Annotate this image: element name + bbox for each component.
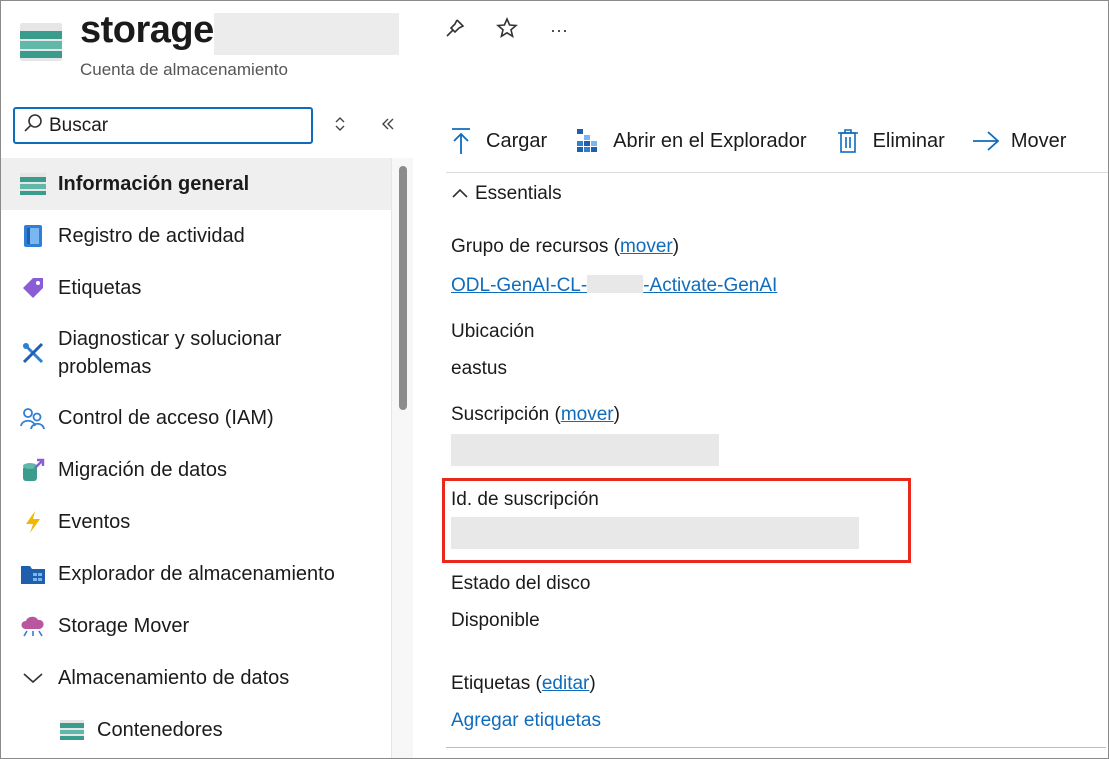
chevron-up-icon <box>451 183 475 205</box>
sidebar-item-overview[interactable]: Información general <box>1 158 391 210</box>
wrench-icon <box>19 339 47 367</box>
sidebar-item-diagnose[interactable]: Diagnosticar y solucionar problemas <box>1 314 391 392</box>
sidebar-item-data-migration[interactable]: Migración de datos <box>1 444 391 496</box>
search-icon <box>15 113 43 138</box>
redacted-segment <box>587 275 644 293</box>
resource-group-link[interactable]: ODL-GenAI-CL- -Activate-GenAI <box>451 275 777 296</box>
pin-icon <box>444 17 466 44</box>
subscription-label: Suscripción (mover) <box>451 404 620 425</box>
delete-button[interactable]: Eliminar <box>833 126 945 156</box>
sidebar-item-label: Almacenamiento de datos <box>58 667 290 689</box>
search-box[interactable] <box>13 107 313 144</box>
disk-state-value: Disponible <box>451 610 540 631</box>
redacted-subscription-value <box>451 434 719 466</box>
subscription-move-link[interactable]: mover <box>561 404 614 425</box>
collapse-sidebar-button[interactable] <box>373 111 403 141</box>
open-in-explorer-button[interactable]: Abrir en el Explorador <box>573 126 807 156</box>
redacted-title-suffix <box>214 13 399 55</box>
container-icon <box>58 716 86 744</box>
location-value: eastus <box>451 358 507 379</box>
sidebar-group-data-storage[interactable]: Almacenamiento de datos <box>1 652 391 704</box>
search-input[interactable] <box>49 114 289 137</box>
edit-tags-link[interactable]: editar <box>542 673 590 694</box>
lightning-icon <box>19 508 47 536</box>
page-subtitle: Cuenta de almacenamiento <box>80 60 288 79</box>
sidebar-item-label: Control de acceso (IAM) <box>58 407 274 429</box>
essentials-divider <box>446 747 1106 748</box>
sidebar-item-label: Storage Mover <box>58 615 190 637</box>
cloud-icon <box>19 612 47 640</box>
open-in-explorer-label: Abrir en el Explorador <box>613 129 807 152</box>
double-chevron-left-icon <box>380 116 396 137</box>
migration-icon <box>19 456 47 484</box>
sidebar-scrollbar[interactable] <box>391 158 413 758</box>
location-label: Ubicación <box>451 321 535 342</box>
upload-icon <box>446 126 476 156</box>
move-label: Mover <box>1010 129 1067 152</box>
sort-toggle-button[interactable] <box>325 111 355 141</box>
more-actions-button[interactable]: ··· <box>544 15 574 45</box>
upload-button[interactable]: Cargar <box>446 126 547 156</box>
page-title: storage <box>80 9 214 51</box>
resource-group-value[interactable]: ODL-GenAI-CL- -Activate-GenAI <box>451 275 777 297</box>
sidebar-item-label: Eventos <box>58 511 131 533</box>
resource-group-label: Grupo de recursos (mover) <box>451 236 680 257</box>
sidebar-item-tags[interactable]: Etiquetas <box>1 262 391 314</box>
scrollbar-thumb[interactable] <box>399 166 407 410</box>
overview-icon <box>19 170 47 198</box>
sidebar-item-label: Contenedores <box>97 719 223 741</box>
sidebar-item-activity-log[interactable]: Registro de actividad <box>1 210 391 262</box>
star-icon <box>496 16 518 44</box>
trash-icon <box>833 126 863 156</box>
people-icon <box>19 404 47 432</box>
sidebar-item-storage-mover[interactable]: Storage Mover <box>1 600 391 652</box>
sort-icon <box>333 115 347 138</box>
sidebar-item-label: Registro de actividad <box>58 225 245 247</box>
sidebar-nav: Información general Registro de activida… <box>1 158 391 756</box>
azure-portal-window: storage Cuenta de almacenamiento ··· Bus… <box>0 0 1109 759</box>
tag-icon <box>19 274 47 302</box>
sidebar-item-containers[interactable]: Contenedores <box>1 704 391 756</box>
sidebar-item-events[interactable]: Eventos <box>1 496 391 548</box>
sidebar-item-storage-explorer[interactable]: Explorador de almacenamiento <box>1 548 391 600</box>
resource-group-move-link[interactable]: mover <box>620 236 673 257</box>
add-tags-link[interactable]: Agregar etiquetas <box>451 710 601 732</box>
storage-explorer-icon <box>19 560 47 588</box>
activity-log-icon <box>19 222 47 250</box>
pin-button[interactable] <box>440 15 470 45</box>
sidebar-item-label: Explorador de almacenamiento <box>58 563 335 585</box>
storage-account-icon <box>20 23 62 61</box>
move-button[interactable]: Mover <box>971 126 1067 156</box>
delete-label: Eliminar <box>872 129 945 152</box>
sidebar-item-label: Información general <box>58 173 250 195</box>
sidebar-item-iam[interactable]: Control de acceso (IAM) <box>1 392 391 444</box>
command-bar: Cargar Abrir en el Explorador Eliminar M… <box>446 121 1092 161</box>
disk-state-label: Estado del disco <box>451 573 591 594</box>
sidebar-item-label: Diagnosticar y solucionar problemas <box>58 328 282 378</box>
essentials-toggle[interactable]: Essentials <box>451 183 562 205</box>
tags-label: Etiquetas (editar) <box>451 673 596 694</box>
subscription-id-highlight <box>442 478 911 563</box>
essentials-label: Essentials <box>475 183 562 204</box>
sidebar-item-label: Migración de datos <box>58 459 227 481</box>
sidebar-item-label: Etiquetas <box>58 277 142 299</box>
arrow-right-icon <box>971 126 1001 156</box>
chevron-down-icon <box>19 664 47 692</box>
favorite-button[interactable] <box>492 15 522 45</box>
toolbar-divider <box>446 172 1108 173</box>
explorer-icon <box>573 126 603 156</box>
upload-label: Cargar <box>486 129 548 152</box>
